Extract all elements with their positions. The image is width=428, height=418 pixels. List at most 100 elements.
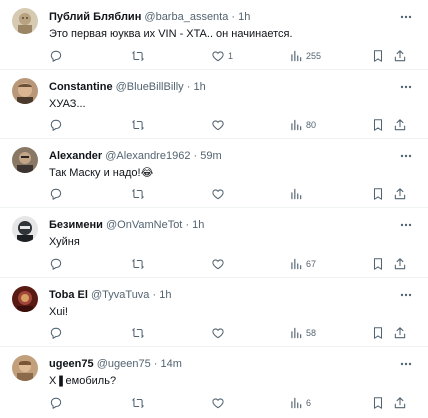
bookmark-button[interactable] xyxy=(371,186,387,204)
bookmark-icon xyxy=(373,188,383,200)
author-handle[interactable]: @barba_assenta xyxy=(144,11,228,23)
share-button[interactable] xyxy=(393,256,409,274)
views-icon xyxy=(291,119,302,131)
avatar[interactable] xyxy=(12,355,38,381)
action-bar: 67 xyxy=(44,256,416,274)
views-count: 80 xyxy=(306,120,317,130)
timestamp[interactable]: 1h xyxy=(159,289,171,301)
reply-icon xyxy=(50,119,62,131)
tweet-header: Constantine @BlueBillBilly · 1h xyxy=(49,81,206,94)
views-icon xyxy=(291,188,302,200)
author-handle[interactable]: @TyvaTuva xyxy=(91,289,149,301)
retweet-icon xyxy=(132,119,144,131)
tweet-header: Alexander @Alexandre1962 · 59m xyxy=(49,150,222,163)
action-bar: 6 xyxy=(44,395,416,413)
author-name[interactable]: Безимени xyxy=(49,219,103,231)
author-handle[interactable]: @Alexandre1962 xyxy=(105,150,190,162)
tweet-header: Toba El @TyvaTuva · 1h xyxy=(49,289,171,302)
reply-tweet[interactable]: Constantine @BlueBillBilly · 1h ХУАЗ... xyxy=(0,70,428,139)
reply-tweet[interactable]: ugeen75 @ugeen75 · 14m Х❚емобиль? 6 xyxy=(0,347,428,418)
bookmark-icon xyxy=(373,397,383,409)
bookmark-icon xyxy=(373,258,383,270)
share-button[interactable] xyxy=(393,117,409,135)
more-icon[interactable] xyxy=(398,287,414,303)
views-count: 58 xyxy=(306,328,317,338)
views-icon xyxy=(291,397,302,409)
avatar[interactable] xyxy=(12,147,38,173)
views-count: 67 xyxy=(306,259,317,269)
more-icon[interactable] xyxy=(398,356,414,372)
views-count: 6 xyxy=(306,398,312,408)
action-bar: 80 xyxy=(44,117,416,135)
share-icon xyxy=(394,50,406,62)
bookmark-icon xyxy=(373,119,383,131)
separator-dot: · xyxy=(186,81,191,93)
reply-tweet[interactable]: Публий Бляблин @barba_assenta · 1h Это п… xyxy=(0,0,428,70)
action-bar: 58 xyxy=(44,325,416,343)
action-bar xyxy=(44,186,416,204)
more-icon[interactable] xyxy=(398,217,414,233)
share-icon xyxy=(394,397,406,409)
tweet-text: Х❚емобиль? xyxy=(49,375,117,387)
share-button[interactable] xyxy=(393,395,409,413)
retweet-icon xyxy=(132,188,144,200)
timestamp[interactable]: 14m xyxy=(161,358,182,370)
timestamp[interactable]: 1h xyxy=(193,81,205,93)
share-icon xyxy=(394,258,406,270)
retweet-icon xyxy=(132,397,144,409)
author-handle[interactable]: @OnVamNeTot xyxy=(106,219,182,231)
like-icon xyxy=(212,51,224,62)
reply-icon xyxy=(50,397,62,409)
bookmark-button[interactable] xyxy=(371,325,387,343)
tweet-text: Это первая юуква их VIN - XTA.. он начин… xyxy=(49,28,293,40)
tweet-text: Хуйня xyxy=(49,236,80,248)
tweet-text: ХУАЗ... xyxy=(49,98,86,110)
avatar[interactable] xyxy=(12,216,38,242)
avatar[interactable] xyxy=(12,8,38,34)
share-button[interactable] xyxy=(393,186,409,204)
like-icon xyxy=(212,398,224,409)
like-icon xyxy=(212,189,224,200)
share-icon xyxy=(394,119,406,131)
author-name[interactable]: Toba El xyxy=(49,289,88,301)
author-name[interactable]: Публий Бляблин xyxy=(49,11,141,23)
more-icon[interactable] xyxy=(398,148,414,164)
views-icon xyxy=(291,50,302,62)
bookmark-button[interactable] xyxy=(371,395,387,413)
bookmark-button[interactable] xyxy=(371,48,387,66)
share-button[interactable] xyxy=(393,48,409,66)
timestamp[interactable]: 1h xyxy=(192,219,204,231)
bookmark-icon xyxy=(373,327,383,339)
author-name[interactable]: ugeen75 xyxy=(49,358,94,370)
avatar[interactable] xyxy=(12,286,38,312)
reply-tweet[interactable]: Toba El @TyvaTuva · 1h Xui! 58 xyxy=(0,278,428,347)
timestamp[interactable]: 59m xyxy=(200,150,221,162)
tweet-text: Так Маску и надо!😂 xyxy=(49,167,154,179)
like-icon xyxy=(212,259,224,270)
reply-icon xyxy=(50,50,62,62)
avatar[interactable] xyxy=(12,78,38,104)
bookmark-button[interactable] xyxy=(371,256,387,274)
bookmark-button[interactable] xyxy=(371,117,387,135)
like-icon xyxy=(212,328,224,339)
share-icon xyxy=(394,188,406,200)
tweet-text: Xui! xyxy=(49,306,68,318)
action-bar: 1 255 xyxy=(44,48,416,66)
separator-dot: · xyxy=(193,150,198,162)
tweet-header: ugeen75 @ugeen75 · 14m xyxy=(49,358,182,371)
timestamp[interactable]: 1h xyxy=(238,11,250,23)
reply-tweet[interactable]: Безимени @OnVamNeTot · 1h Хуйня 67 xyxy=(0,208,428,278)
author-name[interactable]: Constantine xyxy=(49,81,113,93)
views-count: 255 xyxy=(306,51,322,61)
tweet-header: Безимени @OnVamNeTot · 1h xyxy=(49,219,204,232)
author-handle[interactable]: @ugeen75 xyxy=(97,358,151,370)
separator-dot: · xyxy=(185,219,190,231)
views-icon xyxy=(291,258,302,270)
reply-tweet[interactable]: Alexander @Alexandre1962 · 59m Так Маску… xyxy=(0,139,428,208)
author-handle[interactable]: @BlueBillBilly xyxy=(116,81,184,93)
more-icon[interactable] xyxy=(398,79,414,95)
views-icon xyxy=(291,327,302,339)
author-name[interactable]: Alexander xyxy=(49,150,102,162)
more-icon[interactable] xyxy=(398,9,414,25)
share-button[interactable] xyxy=(393,325,409,343)
